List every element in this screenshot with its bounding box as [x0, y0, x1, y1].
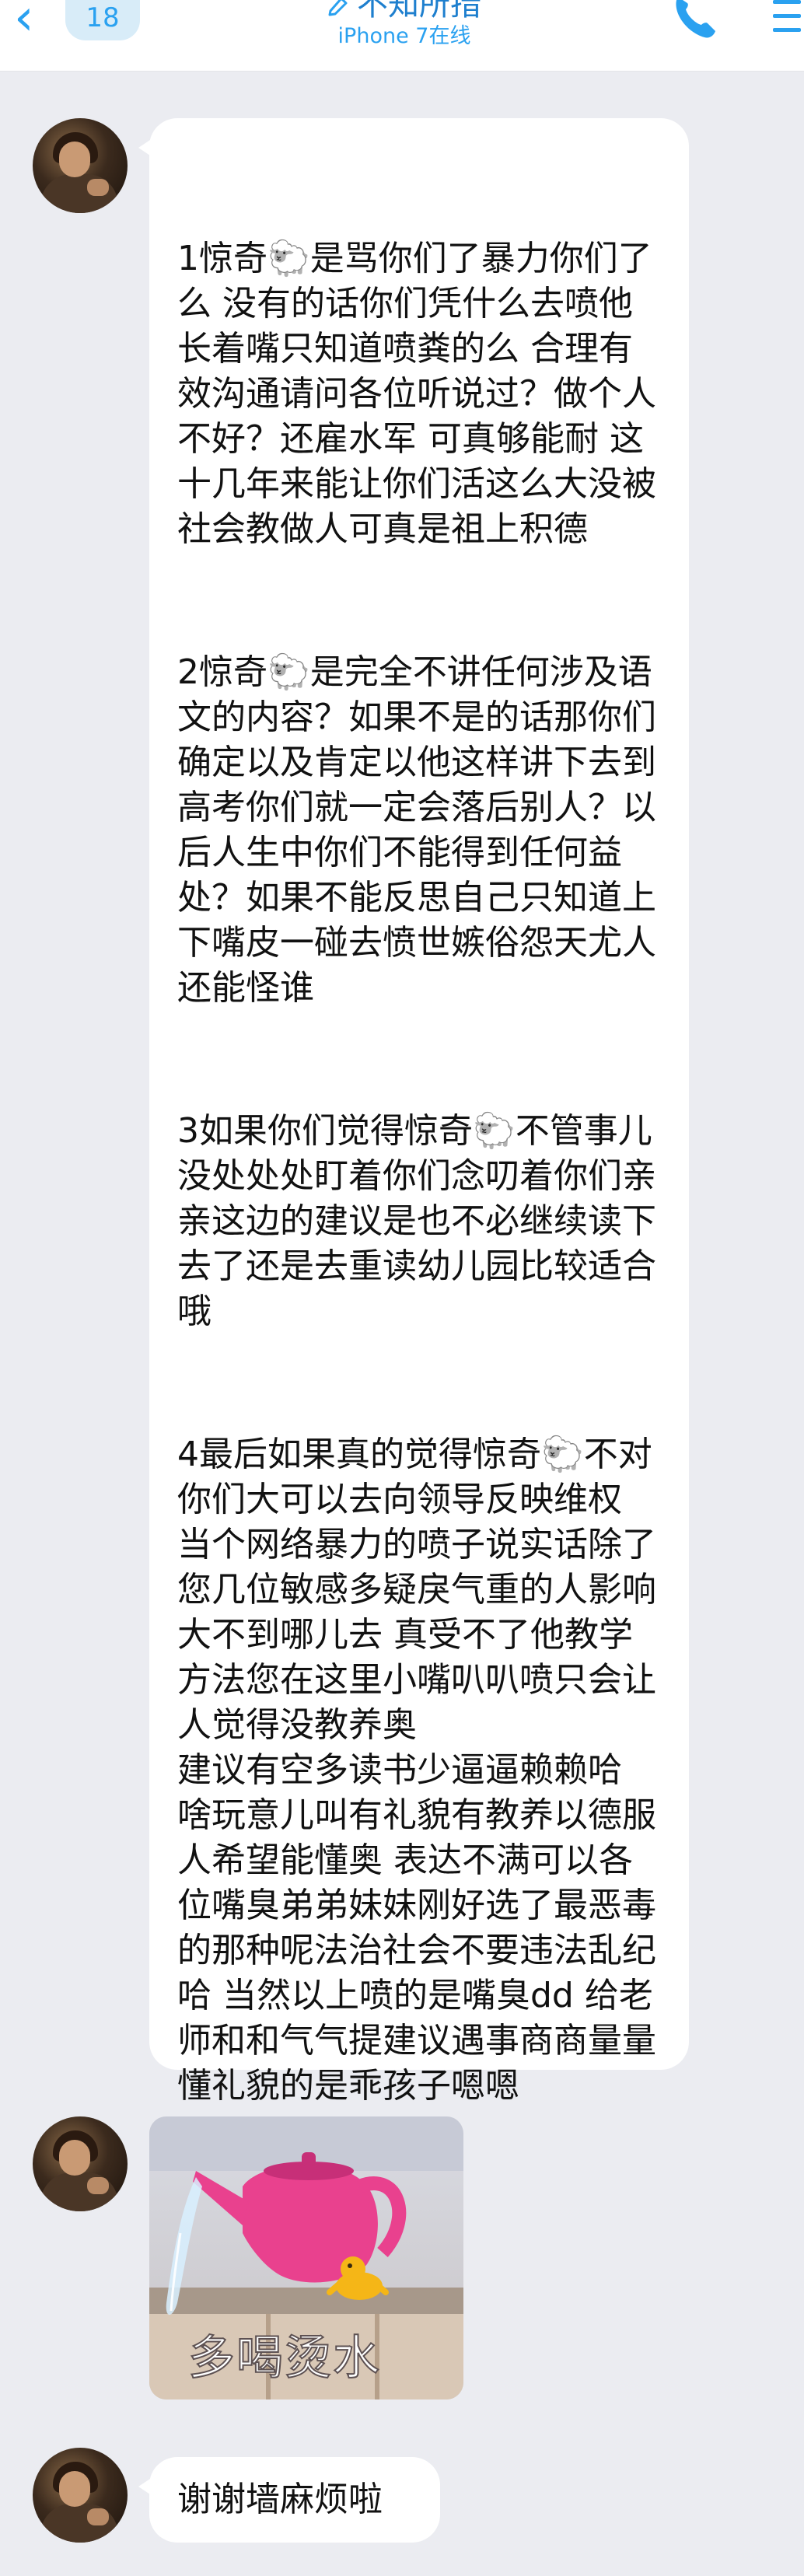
chat-title-area: 不知所措 iPhone 7在线 — [280, 0, 529, 72]
avatar[interactable] — [33, 2448, 128, 2543]
sticker-caption: 多喝烫水 — [187, 2330, 381, 2386]
message-paragraph-2: 2惊奇🐑是完全不讲任何涉及语文的内容？如果不是的话那你们确定以及肯定以他这样讲下… — [177, 652, 656, 1008]
message-bubble[interactable]: 1惊奇🐑是骂你们了暴力你们了么 没有的话你们凭什么去喷他 长着嘴只知道喷粪的么 … — [138, 118, 689, 2106]
menu-icon[interactable] — [768, 0, 804, 39]
phone-icon[interactable] — [670, 0, 720, 42]
message-text: 谢谢墙麻烦啦 — [177, 2480, 383, 2519]
online-status: iPhone 7在线 — [337, 24, 471, 48]
message-paragraph-1: 1惊奇🐑是骂你们了暴力你们了么 没有的话你们凭什么去喷他 长着嘴只知道喷粪的么 … — [177, 239, 656, 549]
chat-header: ‹ 18 不知所措 iPhone 7在线 — [0, 0, 804, 72]
message-text: 1惊奇🐑是骂你们了暴力你们了么 没有的话你们凭什么去喷他 长着嘴只知道喷粪的么 … — [177, 146, 658, 2207]
avatar[interactable] — [33, 118, 128, 213]
avatar[interactable] — [33, 2116, 128, 2211]
message-paragraph-3: 3如果你们觉得惊奇🐑不管事儿没处处处盯着你们念叨着你们亲亲这边的建议是也不必继续… — [177, 1111, 656, 1331]
chevron-left-icon[interactable]: ‹ — [14, 0, 48, 44]
message-paragraph-4: 4最后如果真的觉得惊奇🐑不对你们大可以去向领导反映维权 当个网络暴力的喷子说实话… — [177, 1435, 656, 2106]
sticker-image[interactable]: 多喝烫水 — [149, 2116, 463, 2399]
chat-title-text: 不知所措 — [357, 0, 481, 23]
pencil-icon — [328, 0, 348, 16]
chat-title: 不知所措 — [327, 0, 481, 20]
message-bubble[interactable]: 谢谢墙麻烦啦 — [138, 2457, 440, 2543]
unread-count-badge[interactable]: 18 — [65, 0, 140, 40]
